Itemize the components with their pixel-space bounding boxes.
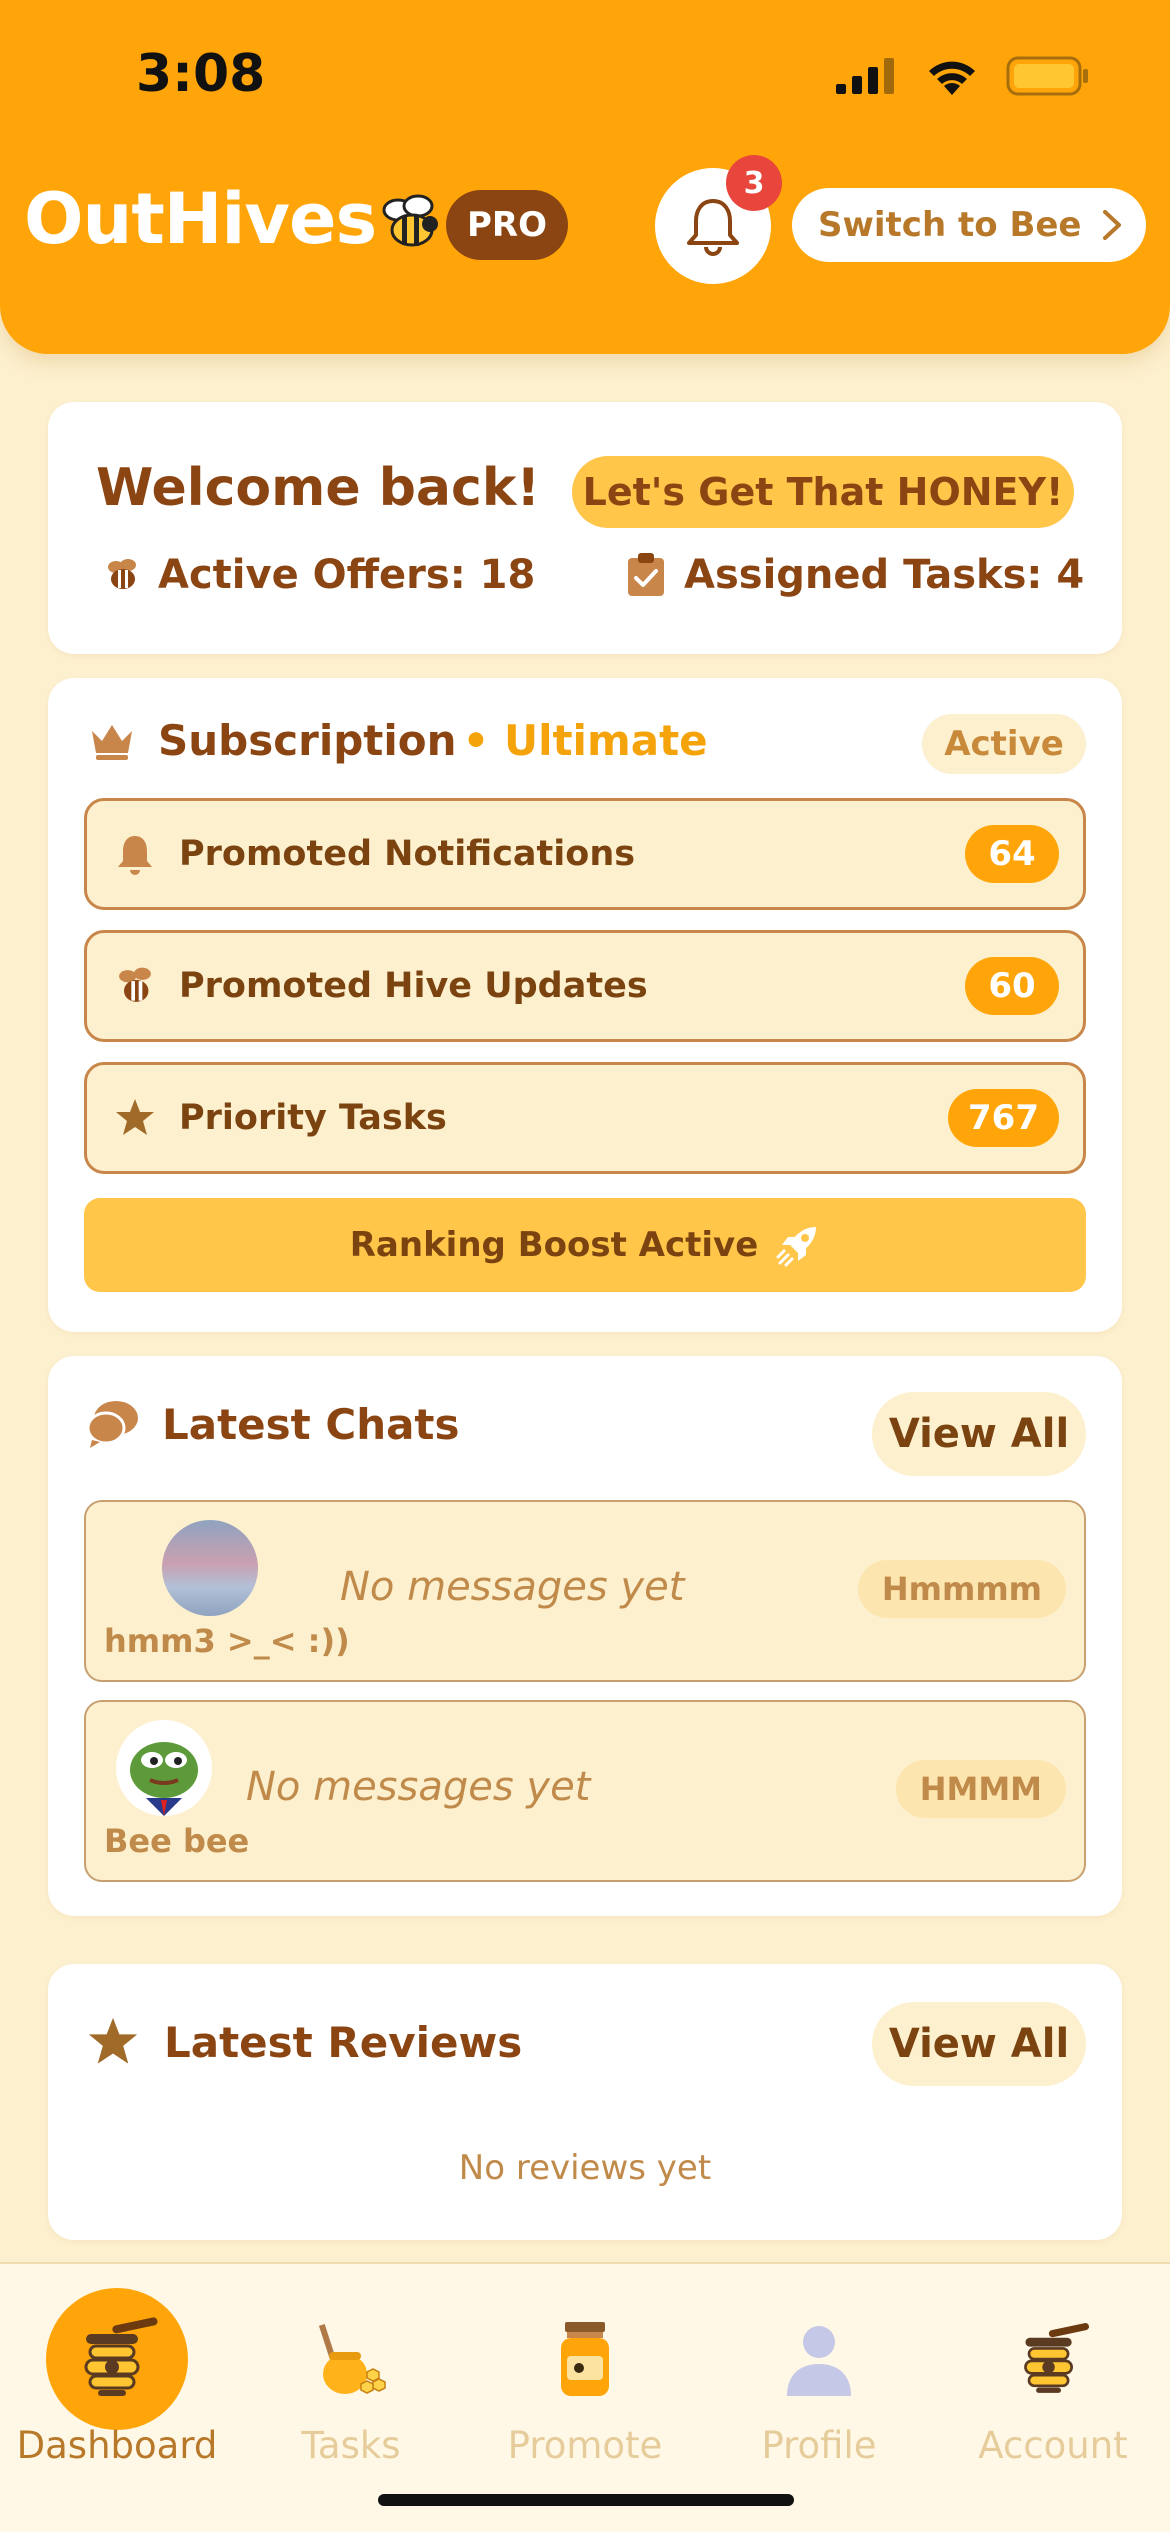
active-offers-stat: Active Offers: 18 <box>104 552 535 598</box>
feature-count-badge: 767 <box>948 1089 1059 1147</box>
chat-list-item[interactable]: No messages yet Bee bee HMMM <box>84 1700 1086 1882</box>
chats-view-all-button[interactable]: View All <box>872 1392 1086 1476</box>
nav-promote[interactable]: Promote <box>468 2264 702 2532</box>
nav-label: Profile <box>761 2424 877 2467</box>
avatar <box>116 1720 212 1816</box>
honey-tagline-badge: Let's Get That HONEY! <box>572 456 1074 528</box>
star-icon <box>88 2017 138 2064</box>
chat-last-message: No messages yet <box>246 1764 591 1810</box>
bottom-navigation: Dashboard Tasks Promote Profile Account <box>0 2262 1170 2532</box>
ranking-boost-banner: Ranking Boost Active <box>84 1198 1086 1292</box>
nav-dashboard[interactable]: Dashboard <box>0 2264 234 2532</box>
bee-icon <box>119 967 151 1002</box>
bell-icon <box>118 836 152 875</box>
chevron-right-icon <box>1103 210 1122 240</box>
avatar <box>162 1520 258 1616</box>
boost-label: Ranking Boost Active <box>349 1225 759 1265</box>
chats-title: Latest Chats <box>162 1399 460 1449</box>
latest-chats-card: Latest Chats View All No messages yet hm… <box>48 1356 1122 1916</box>
chat-last-message: No messages yet <box>340 1564 685 1610</box>
nav-label: Dashboard <box>16 2424 218 2467</box>
switch-label: Switch to Bee <box>818 205 1082 245</box>
bell-icon <box>687 199 739 256</box>
assigned-tasks-label: Assigned Tasks: 4 <box>684 552 1085 598</box>
app-title: OutHives <box>24 178 377 260</box>
honey-jar-icon <box>468 2320 702 2400</box>
active-offers-label: Active Offers: 18 <box>158 552 536 598</box>
signal-icon <box>836 58 894 94</box>
pro-badge: PRO <box>446 190 568 260</box>
nav-label: Tasks <box>301 2424 401 2467</box>
chat-tag-badge: HMMM <box>895 1760 1066 1818</box>
bee-icon <box>378 192 442 258</box>
star-icon <box>116 1099 154 1135</box>
feature-count-badge: 60 <box>965 957 1059 1015</box>
chat-contact-name: Bee bee <box>104 1822 250 1860</box>
subscription-card: Subscription • Ultimate Active Promoted … <box>48 678 1122 1332</box>
person-icon <box>702 2320 936 2400</box>
rocket-icon <box>776 1227 817 1267</box>
subscription-header: Subscription • Ultimate <box>88 716 708 765</box>
home-indicator <box>378 2494 794 2506</box>
nav-profile[interactable]: Profile <box>702 2264 936 2532</box>
subscription-plan: • Ultimate <box>462 716 708 765</box>
chat-bubbles-icon <box>86 1401 138 1448</box>
clipboard-check-icon <box>628 553 664 596</box>
chat-list-item[interactable]: No messages yet hmm3 >_< :)) Hmmmm <box>84 1500 1086 1682</box>
app-header: 3:08 OutHives PRO 3 Switch to Bee <box>0 0 1170 354</box>
chat-tag-badge: Hmmmm <box>857 1560 1066 1618</box>
nav-label: Promote <box>507 2424 663 2467</box>
feature-label: Promoted Hive Updates <box>179 966 648 1006</box>
status-time: 3:08 <box>136 44 266 104</box>
reviews-view-all-button[interactable]: View All <box>872 2002 1086 2086</box>
feature-promoted-hive-updates[interactable]: Promoted Hive Updates 60 <box>84 930 1086 1042</box>
subscription-title: Subscription <box>158 716 457 765</box>
feature-count-badge: 64 <box>965 825 1059 883</box>
reviews-header: Latest Reviews <box>84 2014 522 2070</box>
feature-label: Priority Tasks <box>179 1098 447 1138</box>
subscription-status-badge: Active <box>922 714 1086 774</box>
empty-reviews-message: No reviews yet <box>458 2148 712 2188</box>
welcome-card: Welcome back! Let's Get That HONEY! Acti… <box>48 402 1122 654</box>
crown-icon <box>92 724 132 760</box>
feature-promoted-notifications[interactable]: Promoted Notifications 64 <box>84 798 1086 910</box>
chat-contact-name: hmm3 >_< :)) <box>104 1622 350 1660</box>
nav-label: Account <box>978 2424 1128 2467</box>
feature-label: Promoted Notifications <box>179 834 636 874</box>
notification-count-badge: 3 <box>726 155 782 211</box>
honey-pot-icon <box>234 2320 468 2400</box>
switch-to-bee-button[interactable]: Switch to Bee <box>792 188 1146 262</box>
battery-icon <box>1006 56 1088 96</box>
latest-reviews-card: Latest Reviews View All No reviews yet <box>48 1964 1122 2240</box>
chats-header: Latest Chats <box>84 1398 460 1450</box>
wifi-icon <box>929 61 975 95</box>
status-icons <box>836 56 1090 96</box>
nav-account[interactable]: Account <box>936 2264 1170 2532</box>
bee-icon <box>108 559 136 589</box>
honey-dipper-icon <box>0 2314 234 2404</box>
reviews-title: Latest Reviews <box>164 2017 523 2067</box>
honey-dipper-icon <box>936 2320 1170 2400</box>
assigned-tasks-stat: Assigned Tasks: 4 <box>626 552 1084 598</box>
feature-priority-tasks[interactable]: Priority Tasks 767 <box>84 1062 1086 1174</box>
welcome-title: Welcome back! <box>96 458 541 518</box>
nav-tasks[interactable]: Tasks <box>234 2264 468 2532</box>
